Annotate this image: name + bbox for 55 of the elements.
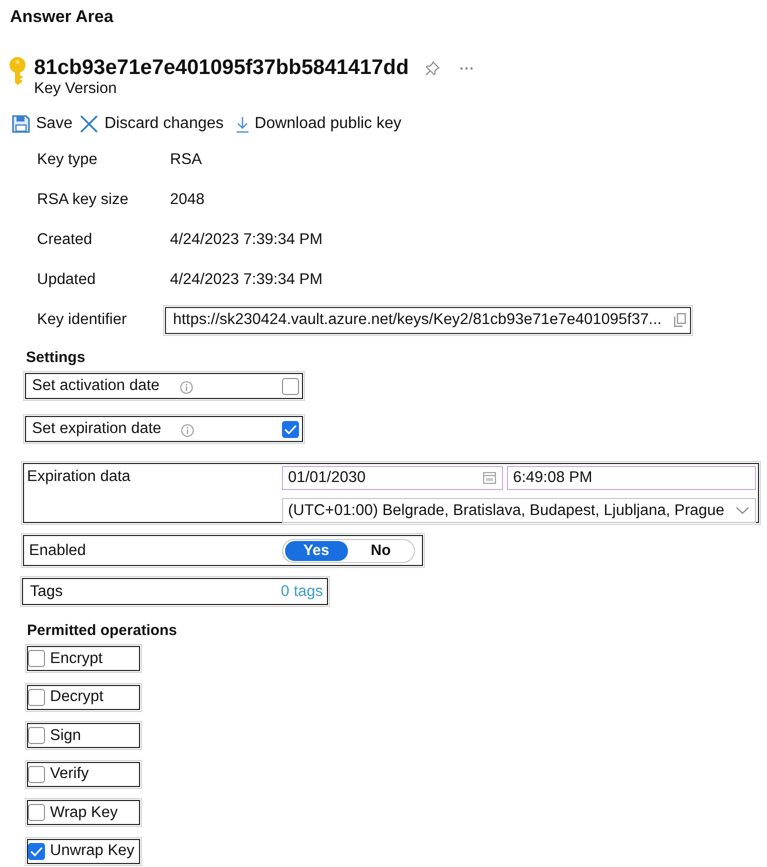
checkbox[interactable] bbox=[28, 766, 45, 783]
checkbox[interactable] bbox=[28, 688, 45, 706]
checkbox[interactable] bbox=[28, 842, 45, 860]
property-label: RSA key size bbox=[37, 191, 130, 209]
operation-label: Sign bbox=[50, 726, 82, 745]
info-icon bbox=[181, 424, 194, 437]
key-title: 81cb93e71e7e401095f37bb5841417dd bbox=[34, 56, 409, 80]
enabled-label: Enabled bbox=[29, 542, 86, 560]
more-icon bbox=[460, 66, 473, 70]
toggle-option[interactable]: Yes bbox=[285, 540, 348, 560]
page-heading: Answer Area bbox=[10, 7, 114, 27]
operation-label: Encrypt bbox=[50, 650, 103, 668]
save-icon bbox=[12, 115, 30, 133]
property-value: 4/24/2023 7:39:34 PM bbox=[170, 231, 324, 249]
checkbox[interactable] bbox=[282, 378, 299, 394]
operation-label: Verify bbox=[50, 765, 89, 784]
section-title: Permitted operations bbox=[26, 622, 178, 640]
key-icon bbox=[9, 57, 26, 85]
property-label: Key type bbox=[37, 151, 98, 169]
operation-label: Decrypt bbox=[50, 688, 104, 706]
pin-button[interactable] bbox=[424, 60, 440, 76]
checkbox[interactable] bbox=[28, 650, 45, 667]
download-button[interactable]: Download public key bbox=[232, 115, 402, 133]
date-field[interactable]: 01/01/2030 bbox=[282, 466, 503, 490]
property-value: 2048 bbox=[170, 191, 206, 209]
operation-label: Wrap Key bbox=[50, 804, 118, 822]
info-icon bbox=[180, 381, 193, 394]
discard-button[interactable]: Discard changes bbox=[80, 115, 224, 133]
setting-label: Set activation date bbox=[32, 377, 160, 395]
chevron-down-icon bbox=[736, 507, 749, 514]
expiration-label: Expiration data bbox=[27, 468, 130, 486]
property-value: 4/24/2023 7:39:34 PM bbox=[170, 271, 324, 289]
copy-icon[interactable] bbox=[674, 313, 686, 327]
property-label: Created bbox=[37, 231, 94, 249]
pin-icon bbox=[424, 60, 440, 76]
operation-label: Unwrap Key bbox=[50, 842, 134, 860]
checkbox[interactable] bbox=[28, 804, 45, 822]
tags-label: Tags bbox=[30, 582, 63, 600]
more-button[interactable] bbox=[460, 66, 473, 70]
download-icon bbox=[236, 116, 249, 132]
calendar-icon[interactable] bbox=[483, 472, 496, 484]
toggle-option[interactable]: No bbox=[350, 540, 412, 560]
time-field[interactable]: 6:49:08 PM bbox=[507, 466, 756, 490]
key-identifier-field[interactable]: https://sk230424.vault.azure.net/keys/Key2/81cb93e71e7e401095f37... bbox=[165, 306, 691, 334]
property-label: Key identifier bbox=[37, 311, 128, 329]
checkbox[interactable] bbox=[28, 727, 45, 744]
key-subtitle: Key Version bbox=[34, 80, 118, 98]
section-title: Settings bbox=[25, 349, 86, 367]
property-label: Updated bbox=[37, 271, 97, 289]
checkbox[interactable] bbox=[282, 420, 299, 438]
timezone-select[interactable]: (UTC+01:00) Belgrade, Bratislava, Budapest, Ljubljana, Prague bbox=[282, 498, 756, 523]
setting-label: Set expiration date bbox=[32, 420, 162, 438]
cross-icon bbox=[80, 115, 98, 133]
save-button[interactable]: Save bbox=[12, 115, 72, 133]
property-value: RSA bbox=[170, 151, 203, 169]
